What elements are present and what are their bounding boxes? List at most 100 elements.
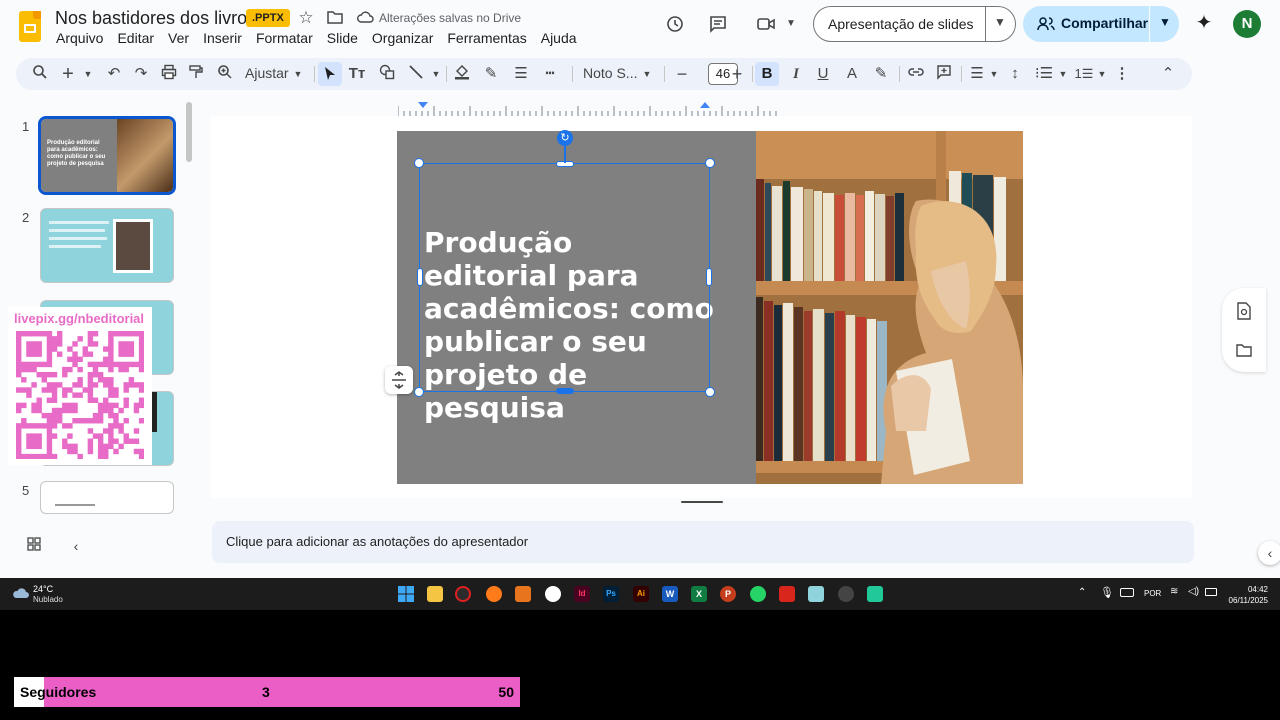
menu-slide[interactable]: Slide xyxy=(327,30,358,46)
collapse-icon[interactable]: ⌃ xyxy=(1158,64,1178,84)
border-color-icon[interactable]: ✎ xyxy=(481,64,501,84)
add-icon[interactable]: + xyxy=(58,64,78,84)
speaker-notes[interactable]: Clique para adicionar as anotações do ap… xyxy=(212,521,1194,563)
undo-icon[interactable]: ↶ xyxy=(104,64,124,84)
link-icon[interactable] xyxy=(906,64,926,84)
collapse-filmstrip-icon[interactable]: ‹ xyxy=(66,536,86,556)
menu-editar[interactable]: Editar xyxy=(117,30,154,46)
gemini-sparkle-icon[interactable]: ✦ xyxy=(1194,13,1214,33)
line-icon[interactable] xyxy=(406,64,426,84)
filmstrip-scrollbar[interactable] xyxy=(186,102,192,162)
battery-icon[interactable] xyxy=(1205,588,1217,596)
text-box-icon[interactable]: Tт xyxy=(347,64,367,84)
decrease-size-icon[interactable]: − xyxy=(672,64,692,84)
comment-icon[interactable] xyxy=(934,64,954,84)
bookshelf-photo[interactable] xyxy=(756,131,1023,484)
zoom-dropdown-icon[interactable]: ▼ xyxy=(288,64,308,84)
resize-handle-br[interactable] xyxy=(705,387,715,397)
numbered-list-icon[interactable]: 1☰ xyxy=(1074,64,1094,84)
grid-view-icon[interactable] xyxy=(24,536,44,556)
more-icon[interactable]: ⋮ xyxy=(1112,64,1132,84)
app-gray-icon[interactable] xyxy=(838,586,854,602)
search-icon[interactable] xyxy=(30,64,50,84)
line-spacing-icon[interactable]: ↕ xyxy=(1005,64,1025,84)
move-folder-icon[interactable] xyxy=(325,8,345,28)
present-dropdown-icon[interactable]: ▼ xyxy=(994,15,1006,29)
start-windows-icon[interactable] xyxy=(398,586,414,602)
expand-side-panel-icon[interactable]: ‹ xyxy=(1258,541,1280,565)
word-icon[interactable]: W xyxy=(662,586,678,602)
numbered-dropdown-icon[interactable]: ▼ xyxy=(1092,64,1112,84)
menu-ferramentas[interactable]: Ferramentas xyxy=(447,30,526,46)
present-button[interactable]: Apresentação de slides ▼ xyxy=(813,6,1016,42)
vertical-align-icon[interactable] xyxy=(385,366,413,394)
italic-icon[interactable]: I xyxy=(786,64,806,84)
resize-handle-bl[interactable] xyxy=(414,387,424,397)
align-dropdown-icon[interactable]: ▼ xyxy=(984,64,1004,84)
menu-ajuda[interactable]: Ajuda xyxy=(541,30,577,46)
language-indicator[interactable]: POR xyxy=(1144,589,1161,598)
comments-icon[interactable] xyxy=(708,14,728,34)
version-history-icon[interactable] xyxy=(665,14,685,34)
cloud-saved-icon[interactable] xyxy=(355,8,375,28)
resize-handle-bottom[interactable] xyxy=(556,388,574,394)
file-explorer-icon[interactable] xyxy=(427,586,443,602)
increase-size-icon[interactable]: + xyxy=(727,64,747,84)
paint-format-icon[interactable] xyxy=(186,64,206,84)
slide-thumbnail-5[interactable] xyxy=(40,481,174,514)
meet-dropdown-icon[interactable]: ▼ xyxy=(781,14,801,34)
bold-icon[interactable]: B xyxy=(755,62,779,86)
excel-icon[interactable]: X xyxy=(691,586,707,602)
app-circle-icon[interactable] xyxy=(545,586,561,602)
drive-folder-icon[interactable] xyxy=(1234,342,1254,362)
line-dropdown-icon[interactable]: ▼ xyxy=(426,64,446,84)
slide-thumbnail-1[interactable]: Produção editorial para acadêmicos: como… xyxy=(38,116,176,195)
resize-handle-tl[interactable] xyxy=(414,158,424,168)
border-weight-icon[interactable]: ☰ xyxy=(511,64,531,84)
firefox-icon[interactable] xyxy=(486,586,502,602)
opera-browser-icon[interactable] xyxy=(455,586,471,602)
border-dash-icon[interactable]: ┅ xyxy=(540,64,560,84)
underline-icon[interactable]: U xyxy=(813,64,833,84)
notes-resize-handle[interactable] xyxy=(681,501,723,503)
meet-camera-icon[interactable] xyxy=(756,14,776,34)
bullet-list-icon[interactable]: ⁝☰ xyxy=(1034,64,1054,84)
show-hidden-icons-icon[interactable]: ⌃ xyxy=(1078,587,1086,598)
menu-arquivo[interactable]: Arquivo xyxy=(56,30,103,46)
text-box-selection[interactable] xyxy=(414,158,715,397)
slide-thumbnail-2[interactable] xyxy=(40,208,174,283)
zoom-icon[interactable] xyxy=(215,64,235,84)
fill-color-icon[interactable] xyxy=(452,64,472,84)
zoom-select[interactable]: Ajustar xyxy=(245,65,289,81)
menu-ver[interactable]: Ver xyxy=(168,30,189,46)
volume-icon[interactable]: ◁) xyxy=(1188,586,1199,597)
resize-handle-tr[interactable] xyxy=(705,158,715,168)
keep-notes-icon[interactable] xyxy=(1234,302,1254,322)
menu-inserir[interactable]: Inserir xyxy=(203,30,242,46)
redo-icon[interactable]: ↷ xyxy=(131,64,151,84)
menu-organizar[interactable]: Organizar xyxy=(372,30,433,46)
wifi-icon[interactable]: ≋ xyxy=(1170,586,1178,597)
taskbar-clock[interactable]: 04:42 06/11/2025 xyxy=(1222,584,1268,606)
bullet-dropdown-icon[interactable]: ▼ xyxy=(1053,64,1073,84)
avatar[interactable]: N xyxy=(1233,10,1261,38)
whatsapp-icon[interactable] xyxy=(750,586,766,602)
notes-app-icon[interactable] xyxy=(808,586,824,602)
menu-formatar[interactable]: Formatar xyxy=(256,30,313,46)
font-select[interactable]: Noto S... xyxy=(583,65,637,81)
share-dropdown-icon[interactable]: ▼ xyxy=(1159,15,1171,29)
acrobat-icon[interactable] xyxy=(779,586,795,602)
photoshop-icon[interactable]: Ps xyxy=(603,586,619,602)
app-green-icon[interactable] xyxy=(867,586,883,602)
text-color-icon[interactable]: A xyxy=(842,64,862,84)
powerpoint-icon[interactable]: P xyxy=(720,586,736,602)
app-orange-icon[interactable] xyxy=(515,586,531,602)
rotate-handle-icon[interactable]: ↻ xyxy=(557,130,573,146)
print-icon[interactable] xyxy=(159,64,179,84)
slides-logo-icon[interactable] xyxy=(19,11,41,42)
resize-handle-right[interactable] xyxy=(706,268,712,286)
illustrator-icon[interactable]: Ai xyxy=(633,586,649,602)
microphone-icon[interactable]: 🎙 xyxy=(1100,586,1114,599)
font-dropdown-icon[interactable]: ▼ xyxy=(637,64,657,84)
indesign-icon[interactable]: Id xyxy=(574,586,590,602)
